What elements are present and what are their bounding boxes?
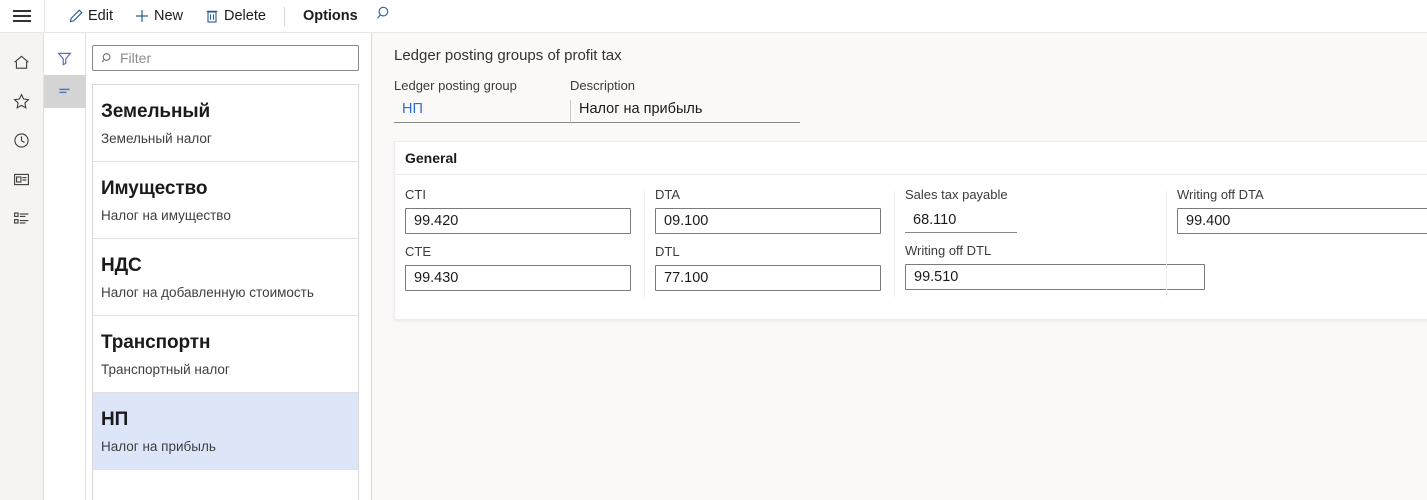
list-tools-rail [43, 33, 86, 500]
ledger-posting-group-field: Ledger posting group НП [394, 78, 570, 123]
command-items: Edit New Delete Options [45, 0, 402, 33]
sort-lines-icon[interactable] [43, 75, 86, 108]
general-section-body: CTI 99.420 CTE 99.430 DTA 09.100 DTL 77.… [395, 175, 1427, 319]
detail-pane: Ledger posting groups of profit tax Ledg… [372, 33, 1427, 500]
search-button[interactable] [368, 0, 402, 33]
plus-icon [133, 8, 150, 25]
navigation-rail [0, 33, 44, 500]
field-label: CTI [405, 187, 426, 202]
field-label: Sales tax payable [905, 187, 1008, 202]
ledger-posting-group-value[interactable]: НП [394, 100, 570, 123]
general-section-header[interactable]: General [395, 142, 1427, 175]
list-item-subtitle: Налог на имущество [101, 207, 231, 223]
dta-input[interactable]: 09.100 [655, 208, 881, 234]
modules-icon[interactable] [0, 199, 44, 238]
field-label: DTA [655, 187, 681, 202]
edit-label: Edit [88, 8, 113, 24]
search-icon [101, 52, 114, 65]
new-label: New [154, 8, 184, 24]
field-label: Description [570, 78, 636, 93]
list-item-title: Транспортн [101, 331, 211, 353]
list-item-title: НДС [101, 254, 142, 276]
list-item-subtitle: Налог на добавленную стоимость [101, 284, 314, 300]
page-title: Ledger posting groups of profit tax [394, 47, 622, 64]
writing-off-dta-field: Writing off DTA 99.400 [1177, 187, 1427, 234]
navigation-menu-button[interactable] [0, 0, 44, 33]
writing-off-dtl-field: Writing off DTL 99.510 [905, 243, 1205, 290]
cti-field: CTI 99.420 [405, 187, 631, 234]
filter-input[interactable] [120, 50, 350, 66]
field-label: Writing off DTL [905, 243, 992, 258]
pencil-icon [67, 8, 84, 25]
list-item[interactable]: НДС Налог на добавленную стоимость [93, 238, 358, 316]
command-divider [283, 6, 285, 26]
list-item-selected[interactable]: НП Налог на прибыль [93, 392, 358, 470]
field-label: Ledger posting group [394, 78, 517, 93]
delete-button[interactable]: Delete [193, 0, 276, 33]
list-item[interactable]: Имущество Налог на имущество [93, 161, 358, 239]
command-bar: Edit New Delete Options [0, 0, 1427, 33]
dtl-input[interactable]: 77.100 [655, 265, 881, 291]
list-item-title: Земельный [101, 101, 211, 122]
sales-tax-payable-field: Sales tax payable 68.110 [905, 187, 1153, 233]
search-icon [376, 5, 393, 27]
cte-input[interactable]: 99.430 [405, 265, 631, 291]
app-window: Edit New Delete Options Filter Земельный… [0, 0, 1427, 500]
list-item-title: Имущество [101, 177, 208, 199]
field-label: CTE [405, 244, 431, 259]
filter-icon[interactable] [44, 42, 86, 75]
field-column-1: CTI 99.420 CTE 99.430 [395, 187, 645, 301]
options-label: Options [302, 8, 358, 24]
general-card: General CTI 99.420 CTE 99.430 DTA 09.100… [394, 141, 1427, 320]
field-column-2: DTA 09.100 DTL 77.100 [645, 187, 895, 301]
list-item[interactable]: Транспортн Транспортный налог [93, 315, 358, 393]
description-value[interactable]: Налог на прибыль [570, 100, 800, 123]
clock-icon[interactable] [0, 121, 44, 160]
records-list: Земельный Земельный налог Имущество Нало… [92, 84, 359, 500]
dtl-field: DTL 77.100 [655, 244, 881, 291]
new-button[interactable]: New [123, 0, 193, 33]
trash-icon [203, 8, 220, 25]
writing-off-dtl-input[interactable]: 99.510 [905, 264, 1205, 290]
list-item-subtitle: Земельный налог [101, 130, 212, 146]
dta-field: DTA 09.100 [655, 187, 881, 234]
writing-off-dta-input[interactable]: 99.400 [1177, 208, 1427, 234]
star-icon[interactable] [0, 82, 44, 121]
field-label: Writing off DTA [1177, 187, 1264, 202]
delete-label: Delete [224, 8, 266, 24]
edit-button[interactable]: Edit [57, 0, 123, 33]
field-column-3: Sales tax payable 68.110 Writing off DTL… [895, 187, 1205, 301]
general-section-title: General [405, 150, 458, 166]
list-item-subtitle: Налог на прибыль [101, 438, 216, 454]
list-item-title: НП [101, 408, 129, 430]
description-field: Description Налог на прибыль [570, 78, 800, 123]
records-list-pane: Земельный Земельный налог Имущество Нало… [86, 33, 372, 500]
workspace-icon[interactable] [0, 160, 44, 199]
home-icon[interactable] [0, 43, 44, 82]
filter-box[interactable] [92, 45, 359, 71]
hamburger-icon [13, 10, 31, 22]
cti-input[interactable]: 99.420 [405, 208, 631, 234]
header-fields: Ledger posting group НП Description Нало… [394, 78, 1427, 123]
list-item[interactable]: Земельный Земельный налог [93, 85, 358, 162]
body-row: Земельный Земельный налог Имущество Нало… [0, 33, 1427, 500]
cte-field: CTE 99.430 [405, 244, 631, 291]
field-column-4: Writing off DTA 99.400 [1167, 187, 1427, 301]
list-item-subtitle: Транспортный налог [101, 361, 230, 377]
field-label: DTL [655, 244, 680, 259]
sales-tax-payable-input[interactable]: 68.110 [905, 208, 1017, 233]
options-button[interactable]: Options [293, 0, 368, 33]
